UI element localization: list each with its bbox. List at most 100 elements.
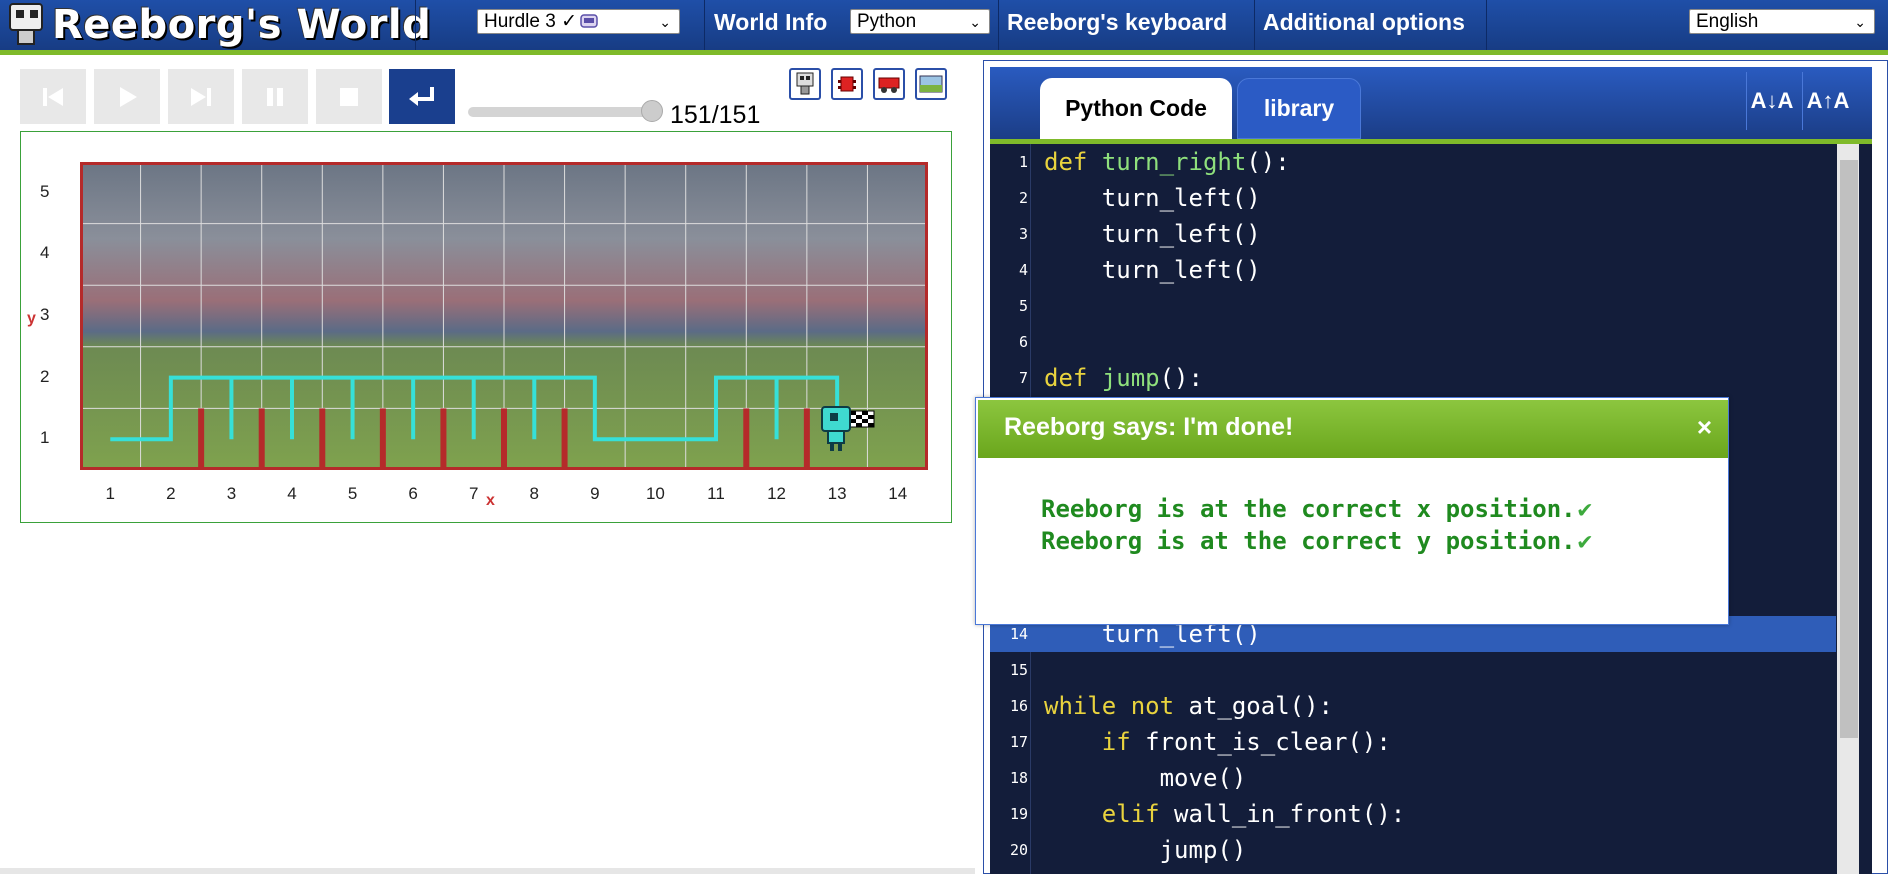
- robot-face-icon: [580, 13, 598, 28]
- check-icon: ✔: [1577, 495, 1593, 523]
- language-select[interactable]: Python ⌄: [850, 9, 990, 34]
- line-number: 18: [1009, 769, 1028, 787]
- line-number: 3: [1018, 225, 1028, 243]
- code-line[interactable]: 19 elif wall_in_front():: [990, 796, 1836, 832]
- line-number: 7: [1018, 369, 1028, 387]
- code-line[interactable]: 15: [990, 652, 1836, 688]
- x-tick-label: 1: [105, 484, 116, 503]
- line-number: 1: [1018, 153, 1028, 171]
- return-arrow-icon: [409, 86, 434, 106]
- y-tick-label: 5: [40, 181, 50, 201]
- dialog-message-text: Reeborg is at the correct x position.: [1041, 495, 1576, 523]
- code-text: elif wall_in_front():: [1101, 800, 1406, 828]
- pause-button[interactable]: [242, 69, 308, 124]
- play-icon: [120, 86, 137, 107]
- additional-options-link[interactable]: Additional options: [1255, 0, 1473, 50]
- reeborg-logo-icon: [9, 3, 43, 45]
- app-logo: Reeborg's World: [0, 0, 431, 50]
- wall: [440, 408, 447, 470]
- line-number: 17: [1009, 733, 1028, 751]
- bottom-scrollbar[interactable]: [0, 868, 975, 874]
- x-tick-label: 8: [529, 484, 540, 503]
- code-line[interactable]: 5: [990, 288, 1836, 324]
- robot-tool-button[interactable]: [789, 68, 821, 100]
- red-cart-icon: [878, 77, 900, 93]
- code-line[interactable]: 3 turn_left(): [990, 216, 1836, 252]
- code-text: turn_left(): [1044, 256, 1261, 284]
- code-line[interactable]: 1 def turn_right():: [990, 144, 1836, 180]
- step-counter: 151/151: [670, 101, 761, 129]
- reload-button[interactable]: [20, 69, 86, 124]
- x-tick-label: 2: [166, 484, 176, 503]
- world-info-link[interactable]: World Info: [706, 0, 835, 50]
- run-button[interactable]: [94, 69, 160, 124]
- code-line[interactable]: 18 move(): [990, 760, 1836, 796]
- separator: [415, 0, 416, 50]
- code-line[interactable]: 16 while not at_goal():: [990, 688, 1836, 724]
- wall: [803, 408, 810, 470]
- font-decrease-button[interactable]: A↓A: [1746, 72, 1797, 130]
- line-number: 16: [1009, 697, 1028, 715]
- edit-return-button[interactable]: [389, 69, 455, 124]
- app-title: Reeborg's World: [52, 2, 432, 48]
- step-slider-handle[interactable]: [641, 100, 663, 122]
- line-number: 15: [1009, 661, 1028, 679]
- dialog-title: Reeborg says: I'm done!: [1004, 413, 1294, 441]
- x-tick-label: 10: [645, 484, 665, 503]
- wall: [561, 408, 568, 470]
- code-text: def turn_right():: [1044, 148, 1290, 176]
- separator: [1486, 0, 1487, 50]
- wall: [198, 408, 205, 470]
- code-text: while not at_goal():: [1044, 692, 1334, 720]
- tab-python-code[interactable]: Python Code: [1040, 78, 1232, 139]
- background-tool-button[interactable]: [915, 68, 947, 100]
- world-select[interactable]: Hurdle 3 ✓ ⌄: [477, 9, 680, 34]
- keyboard-link[interactable]: Reeborg's keyboard: [999, 0, 1235, 50]
- code-line[interactable]: 6: [990, 324, 1836, 360]
- close-icon[interactable]: ×: [1697, 412, 1712, 443]
- code-line[interactable]: 20 jump(): [990, 832, 1836, 868]
- x-tick-label: 14: [888, 484, 908, 503]
- line-number: 19: [1009, 805, 1028, 823]
- y-tick-label: 4: [40, 243, 50, 263]
- x-tick-label: 4: [287, 484, 297, 503]
- x-tick-label: 12: [767, 484, 787, 503]
- ui-language-select[interactable]: English ⌄: [1689, 9, 1875, 34]
- x-tick-label: 3: [226, 484, 237, 503]
- wall: [258, 408, 265, 470]
- y-tick-label: 1: [40, 428, 50, 448]
- world-select-value: Hurdle 3 ✓: [484, 11, 578, 32]
- code-text: turn_left(): [1044, 184, 1261, 212]
- world-grid[interactable]: [80, 162, 928, 470]
- tab-library[interactable]: library: [1237, 78, 1361, 139]
- font-increase-button[interactable]: A↑A: [1802, 72, 1853, 130]
- wall: [743, 408, 750, 470]
- code-text: jump(): [1044, 836, 1247, 864]
- world-tool-button[interactable]: [831, 68, 863, 100]
- walls-tool-button[interactable]: [873, 68, 905, 100]
- pause-icon: [267, 87, 283, 106]
- code-line[interactable]: 4 turn_left(): [990, 252, 1836, 288]
- step-forward-icon: [191, 87, 211, 106]
- chevron-down-icon: ⌄: [969, 14, 981, 30]
- line-number: 6: [1018, 333, 1028, 351]
- goal-flag: [849, 410, 875, 428]
- dialog-message-x: Reeborg is at the correct x position.✔: [1041, 495, 1592, 523]
- stop-button[interactable]: [316, 69, 382, 124]
- robot-icon: [796, 72, 814, 95]
- code-line[interactable]: 17 if front_is_clear():: [990, 724, 1836, 760]
- step-slider-track[interactable]: [468, 107, 656, 117]
- language-select-value: Python: [857, 10, 917, 32]
- check-icon: ✔: [1577, 527, 1593, 555]
- x-tick-label: 5: [347, 484, 358, 503]
- stadium-icon: [919, 75, 943, 93]
- editor-scrollbar-thumb[interactable]: [1840, 160, 1858, 738]
- code-text: turn_left(): [1044, 220, 1261, 248]
- separator: [704, 0, 705, 50]
- y-axis-letter: y: [27, 310, 36, 327]
- code-line[interactable]: 2 turn_left(): [990, 180, 1836, 216]
- code-line[interactable]: 7 def jump():: [990, 360, 1836, 396]
- y-tick-label: 3: [40, 305, 50, 324]
- x-tick-label: 7: [468, 484, 479, 503]
- step-button[interactable]: [168, 69, 234, 124]
